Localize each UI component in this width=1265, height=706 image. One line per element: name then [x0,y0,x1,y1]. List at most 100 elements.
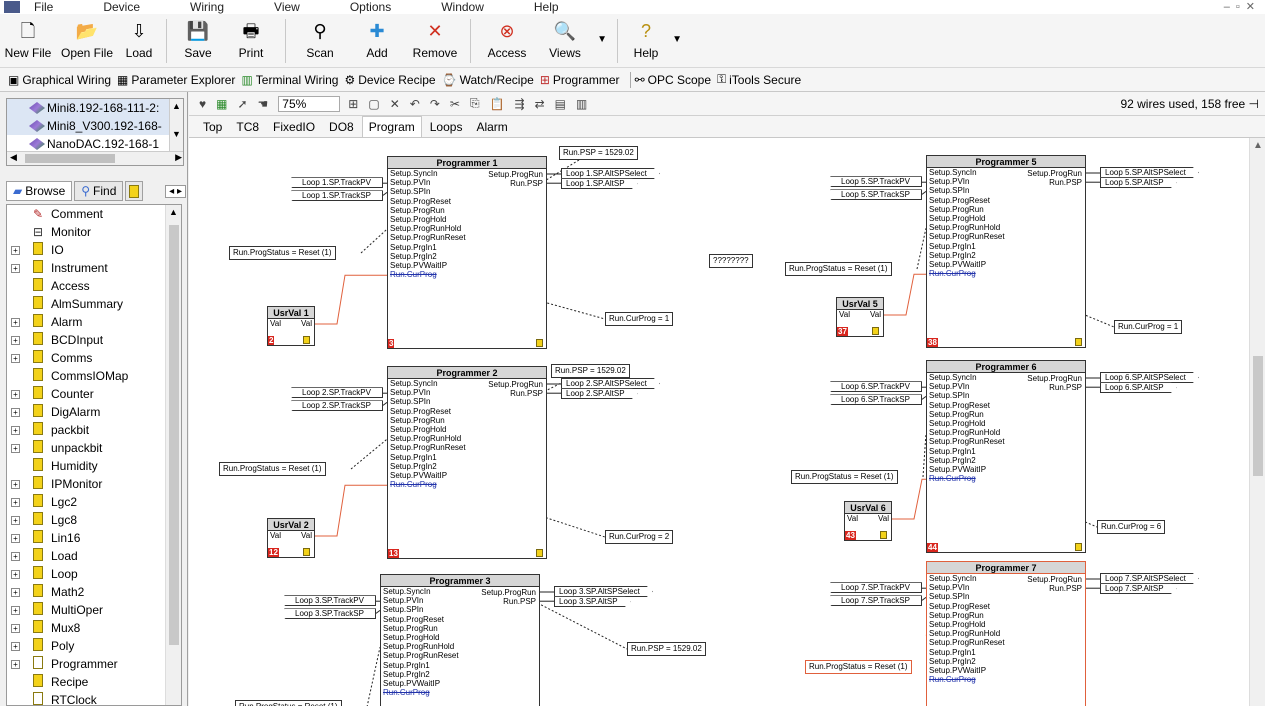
save-button[interactable]: 💾 Save [173,14,223,68]
tab-tc8[interactable]: TC8 [230,117,265,137]
delete-icon[interactable]: ✕ [390,97,400,111]
tree-item[interactable]: + DigAlarm [7,403,181,421]
progstatus-comment[interactable]: Run.ProgStatus = Reset (1) [805,660,912,674]
tab-alarm[interactable]: Alarm [470,117,513,137]
menu-help[interactable]: Help [534,0,559,14]
expand-icon[interactable]: + [11,497,20,507]
copy-icon[interactable]: ⎘ [470,96,480,111]
tree-item[interactable]: ⊟ Monitor [7,223,181,241]
tree-item[interactable]: + IO [7,241,181,259]
tree-scroll-thumb[interactable] [169,225,179,645]
expand-icon[interactable]: + [11,425,20,435]
window-controls[interactable]: –▫✕ [1224,0,1261,13]
tree-item[interactable]: Humidity [7,457,181,475]
usrval-curprog-wire[interactable] [892,478,926,520]
device-item[interactable]: Mini8_V300.192-168- [7,117,183,135]
expand-icon[interactable]: + [11,443,20,453]
tree-item[interactable]: + Math2 [7,583,181,601]
usrval-block[interactable]: UsrVal 5 Val Val 37 [836,297,884,337]
add-button[interactable]: ✚ Add [348,14,406,68]
tree-item[interactable]: + Poly [7,637,181,655]
app-icon[interactable] [4,1,20,13]
programmer-block[interactable]: Programmer 2 Setup.SyncIn Setup.PVIn Setup.… [387,366,547,559]
grid-icon[interactable]: ▢ [368,97,379,111]
tree-item[interactable]: + Lgc2 [7,493,181,511]
access-button[interactable]: ⊗ Access [477,14,537,68]
route-icon[interactable]: ⇄ [535,97,545,111]
minimize-icon[interactable]: – [1224,1,1236,13]
psp-comment[interactable]: Run.PSP = 1529.02 [627,642,706,656]
tree-item[interactable]: + packbit [7,421,181,439]
loop-trackpv-tag[interactable]: Loop 1.SP.TrackPV [291,177,383,189]
loop-altsp-tag[interactable]: Loop 5.SP.AltSP [1100,177,1177,188]
tree-item[interactable]: AlmSummary [7,295,181,313]
fit-icon[interactable]: ⊞ [348,97,358,111]
print-button[interactable]: 🖶 Print [223,14,279,68]
canvas-scrollbar[interactable]: ▲ [1249,138,1265,706]
loop-altsp-tag[interactable]: Loop 3.SP.AltSP [554,596,631,607]
psp-comment-link[interactable] [533,600,628,650]
menu-view[interactable]: View [274,0,300,14]
programmer-block[interactable]: Programmer 6 Setup.SyncIn Setup.PVIn Setup.… [926,360,1086,553]
wiring-canvas[interactable]: Programmer 1 Setup.SyncIn Setup.PVIn Setup.… [189,138,1249,706]
curprog-comment[interactable]: Run.CurProg = 1 [1114,320,1183,334]
scroll-up-icon[interactable]: ▲ [169,207,178,217]
tree-item[interactable]: + Mux8 [7,619,181,637]
expand-icon[interactable]: + [11,353,20,363]
usrval-curprog-wire[interactable] [315,274,387,325]
chevron-down-icon[interactable]: ▼ [672,34,682,45]
scroll-up-icon[interactable]: ▲ [1253,140,1263,151]
expand-icon[interactable]: + [11,515,20,525]
tree-item[interactable]: Access [7,277,181,295]
load-button[interactable]: ⇩ Load [118,14,160,68]
loop-altspselect-tag[interactable]: Loop 2.SP.AltSPSelect [561,378,660,389]
nav-watch-recipe[interactable]: ⌚ Watch/Recipe [442,73,534,87]
expand-icon[interactable]: + [11,533,20,543]
chevron-down-icon[interactable]: ▼ [597,34,607,45]
nav-parameter-explorer[interactable]: ▦ Parameter Explorer [117,73,235,87]
loop-trackpv-tag[interactable]: Loop 7.SP.TrackPV [830,582,922,594]
loop-tracksp-tag[interactable]: Loop 1.SP.TrackSP [291,190,383,202]
layout-icon[interactable]: ▤ [555,97,566,111]
nav-terminal-wiring[interactable]: ▥ Terminal Wiring [241,73,338,87]
device-list-hscrollbar[interactable]: ◀ ▶ [7,151,183,165]
nav-device-recipe[interactable]: ⚙ Device Recipe [344,73,435,87]
expand-icon[interactable]: + [11,623,20,633]
status-comment-link[interactable] [350,438,388,470]
layout2-icon[interactable]: ▥ [576,97,587,111]
usrval-block[interactable]: UsrVal 2 Val Val 12 [267,518,315,558]
expand-icon[interactable]: + [11,263,20,273]
expand-icon[interactable]: + [11,245,20,255]
paste-icon[interactable]: 📋 [490,97,505,111]
tab-top[interactable]: Top [197,117,228,137]
cut-icon[interactable]: ✂ [450,97,460,111]
menu-window[interactable]: Window [441,0,484,14]
progstatus-comment[interactable]: Run.ProgStatus = Reset (1) [219,462,326,476]
scroll-right-icon[interactable]: ▶ [175,152,182,163]
programmer-block[interactable]: Programmer 1 Setup.SyncIn Setup.PVIn Setup.… [387,156,547,349]
status-comment-link[interactable] [366,647,381,706]
expand-icon[interactable]: + [11,389,20,399]
loop-tracksp-tag[interactable]: Loop 5.SP.TrackSP [830,189,922,201]
progstatus-comment[interactable]: Run.ProgStatus = Reset (1) [791,470,898,484]
views-button[interactable]: 🔍 Views ▼ [537,14,607,68]
scroll-thumb[interactable] [25,154,115,163]
remove-button[interactable]: ✕ Remove [406,14,464,68]
programmer-block[interactable]: Programmer 5 Setup.SyncIn Setup.PVIn Setup.… [926,155,1086,348]
programmer-block[interactable]: Programmer 7 Setup.SyncIn Setup.PVIn Setup.… [926,561,1086,706]
tree-item[interactable]: + Instrument [7,259,181,277]
loop-altsp-tag[interactable]: Loop 1.SP.AltSP [561,178,638,189]
redo-icon[interactable]: ↷ [430,97,440,111]
menu-device[interactable]: Device [103,0,140,14]
loop-tracksp-tag[interactable]: Loop 2.SP.TrackSP [291,400,383,412]
expand-icon[interactable]: + [11,605,20,615]
expand-icon[interactable]: + [11,659,20,669]
progstatus-comment[interactable]: Run.ProgStatus = Reset (1) [235,700,342,706]
pin-icon[interactable]: ⊣ [1249,97,1259,111]
tree-item[interactable]: + IPMonitor [7,475,181,493]
tree-scrollbar[interactable]: ▲ [165,205,181,705]
expand-icon[interactable]: + [11,551,20,561]
expand-icon[interactable]: + [11,479,20,489]
heart-icon[interactable]: ♥ [199,97,206,111]
expand-icon[interactable]: + [11,317,20,327]
